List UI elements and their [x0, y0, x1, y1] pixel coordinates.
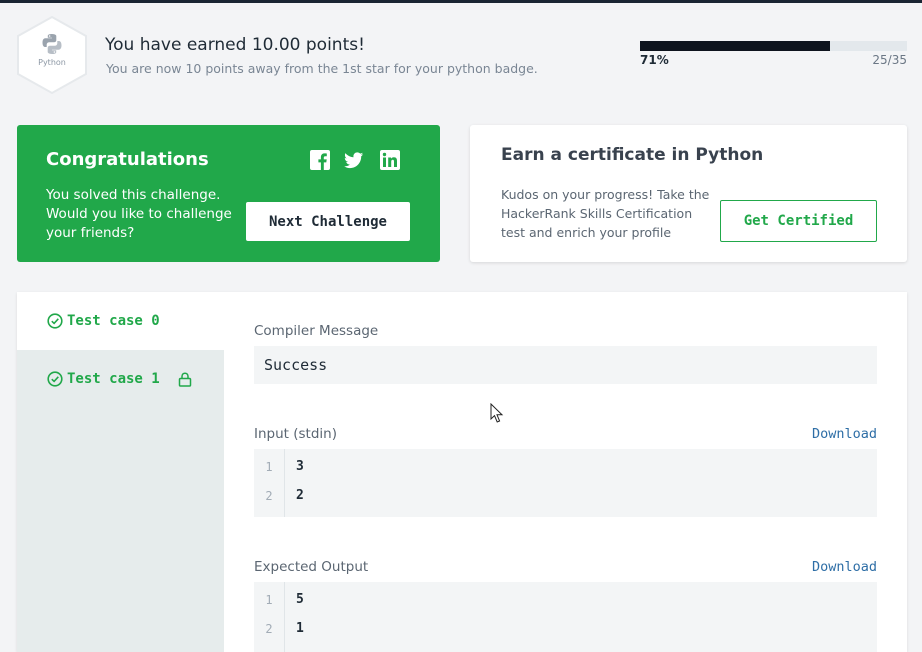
expected-output-download-link[interactable]: Download [812, 559, 877, 575]
line-number: 2 [265, 622, 273, 636]
code-line: 2 2 [254, 483, 877, 512]
points-earned-title: You have earned 10.00 points! [105, 35, 365, 55]
input-label: Input (stdin) [254, 426, 337, 442]
certificate-card: Earn a certificate in Python Kudos on yo… [470, 125, 907, 262]
congratulations-card: Congratulations You solved this challeng… [17, 125, 440, 262]
line-value: 1 [296, 621, 304, 636]
expected-output-label: Expected Output [254, 559, 369, 575]
progress-count: 25/35 [872, 53, 907, 67]
twitter-icon[interactable] [344, 150, 364, 170]
line-value: 2 [296, 488, 304, 503]
tab-label: Test case 1 [67, 371, 160, 387]
code-line: 1 3 [254, 454, 877, 483]
points-earned-subtitle: You are now 10 points away from the 1st … [106, 61, 538, 76]
line-value: 3 [296, 459, 304, 474]
input-code-block: 1 3 2 2 [254, 449, 877, 517]
check-circle-icon [47, 313, 63, 329]
compiler-message-box: Success [254, 346, 877, 384]
tab-test-case-0[interactable]: Test case 0 [17, 292, 224, 350]
badge-label: Python [38, 58, 66, 67]
code-line: 1 5 [254, 587, 877, 616]
congratulations-message: You solved this challenge. Would you lik… [46, 187, 232, 241]
python-badge: Python [16, 15, 88, 95]
mouse-pointer-icon [490, 403, 504, 423]
tab-test-case-1[interactable]: Test case 1 [17, 350, 224, 408]
input-download-link[interactable]: Download [812, 426, 877, 442]
next-challenge-button[interactable]: Next Challenge [246, 202, 410, 241]
congratulations-title: Congratulations [46, 149, 209, 170]
certificate-message: Kudos on your progress! Take the HackerR… [501, 187, 710, 240]
compiler-message-value: Success [264, 356, 328, 374]
code-line: 2 1 [254, 616, 877, 645]
compiler-message-label: Compiler Message [254, 323, 379, 339]
line-value: 5 [296, 592, 304, 607]
linkedin-icon[interactable] [380, 150, 400, 170]
test-case-tabs: Test case 0 Test case 1 [17, 292, 224, 652]
get-certified-button[interactable]: Get Certified [720, 200, 877, 242]
badge-progress-bar [640, 41, 907, 51]
certificate-title: Earn a certificate in Python [501, 145, 764, 165]
lock-icon [178, 372, 192, 387]
line-number: 1 [265, 460, 273, 474]
facebook-icon[interactable] [310, 150, 330, 170]
tab-label: Test case 0 [67, 313, 160, 329]
python-logo-icon [42, 34, 62, 54]
top-border [0, 0, 922, 3]
test-results-panel: Test case 0 Test case 1 Compiler Message… [17, 292, 907, 652]
line-number: 1 [265, 593, 273, 607]
check-circle-icon [47, 371, 63, 387]
line-number: 2 [265, 489, 273, 503]
expected-output-code-block: 1 5 2 1 [254, 582, 877, 652]
badge-hexagon [17, 15, 87, 95]
progress-percent: 71% [640, 53, 669, 67]
progress-fill [640, 41, 830, 51]
